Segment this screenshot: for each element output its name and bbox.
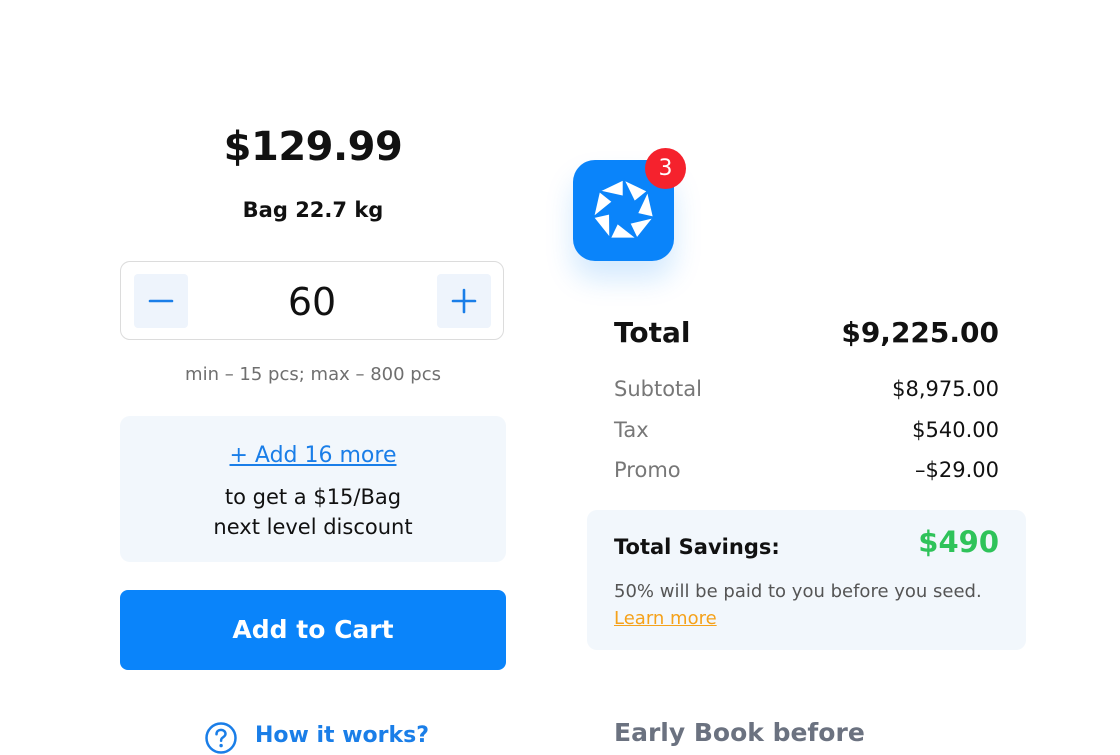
aperture-blade xyxy=(591,212,611,241)
promo-value: –$29.00 xyxy=(915,458,999,482)
quantity-limits: min – 15 pcs; max – 800 pcs xyxy=(185,364,441,385)
how-it-works-label: How it works? xyxy=(255,723,430,748)
plus-icon xyxy=(451,288,477,314)
promo-row: Promo –$29.00 xyxy=(614,458,999,492)
promo-text-line2: next level discount xyxy=(213,515,413,539)
product-unit: Bag 22.7 kg xyxy=(242,198,384,222)
subtotal-label: Subtotal xyxy=(614,377,702,401)
promo-label: Promo xyxy=(614,458,681,482)
early-book-heading: Early Book before xyxy=(614,718,865,747)
discount-promo-panel: + Add 16 more to get a $15/Bag next leve… xyxy=(120,416,506,562)
product-price: $129.99 xyxy=(223,124,403,170)
total-label: Total xyxy=(614,316,691,349)
add-more-link[interactable]: + Add 16 more xyxy=(120,443,506,468)
savings-panel: Total Savings: $490 50% will be paid to … xyxy=(587,510,1026,650)
savings-note: 50% will be paid to you before you seed.… xyxy=(614,578,994,632)
tax-label: Tax xyxy=(614,418,649,442)
savings-label: Total Savings: xyxy=(614,535,780,559)
aperture-logo-icon xyxy=(591,177,656,241)
promo-text-line1: to get a $15/Bag xyxy=(224,485,402,509)
total-value: $9,225.00 xyxy=(841,316,999,349)
tax-value: $540.00 xyxy=(912,418,999,442)
add-to-cart-button[interactable]: Add to Cart xyxy=(120,590,506,670)
question-circle-icon xyxy=(205,722,237,754)
subtotal-value: $8,975.00 xyxy=(892,377,999,401)
notification-badge: 3 xyxy=(645,148,686,189)
quantity-stepper: 60 xyxy=(120,261,504,340)
total-row: Total $9,225.00 xyxy=(614,316,999,350)
learn-more-link[interactable]: Learn more xyxy=(614,608,717,629)
tax-row: Tax $540.00 xyxy=(614,418,999,452)
increment-button[interactable] xyxy=(437,274,491,328)
savings-value: $490 xyxy=(918,525,999,559)
subtotal-row: Subtotal $8,975.00 xyxy=(614,377,999,411)
savings-note-text: 50% will be paid to you before you seed. xyxy=(614,581,982,602)
